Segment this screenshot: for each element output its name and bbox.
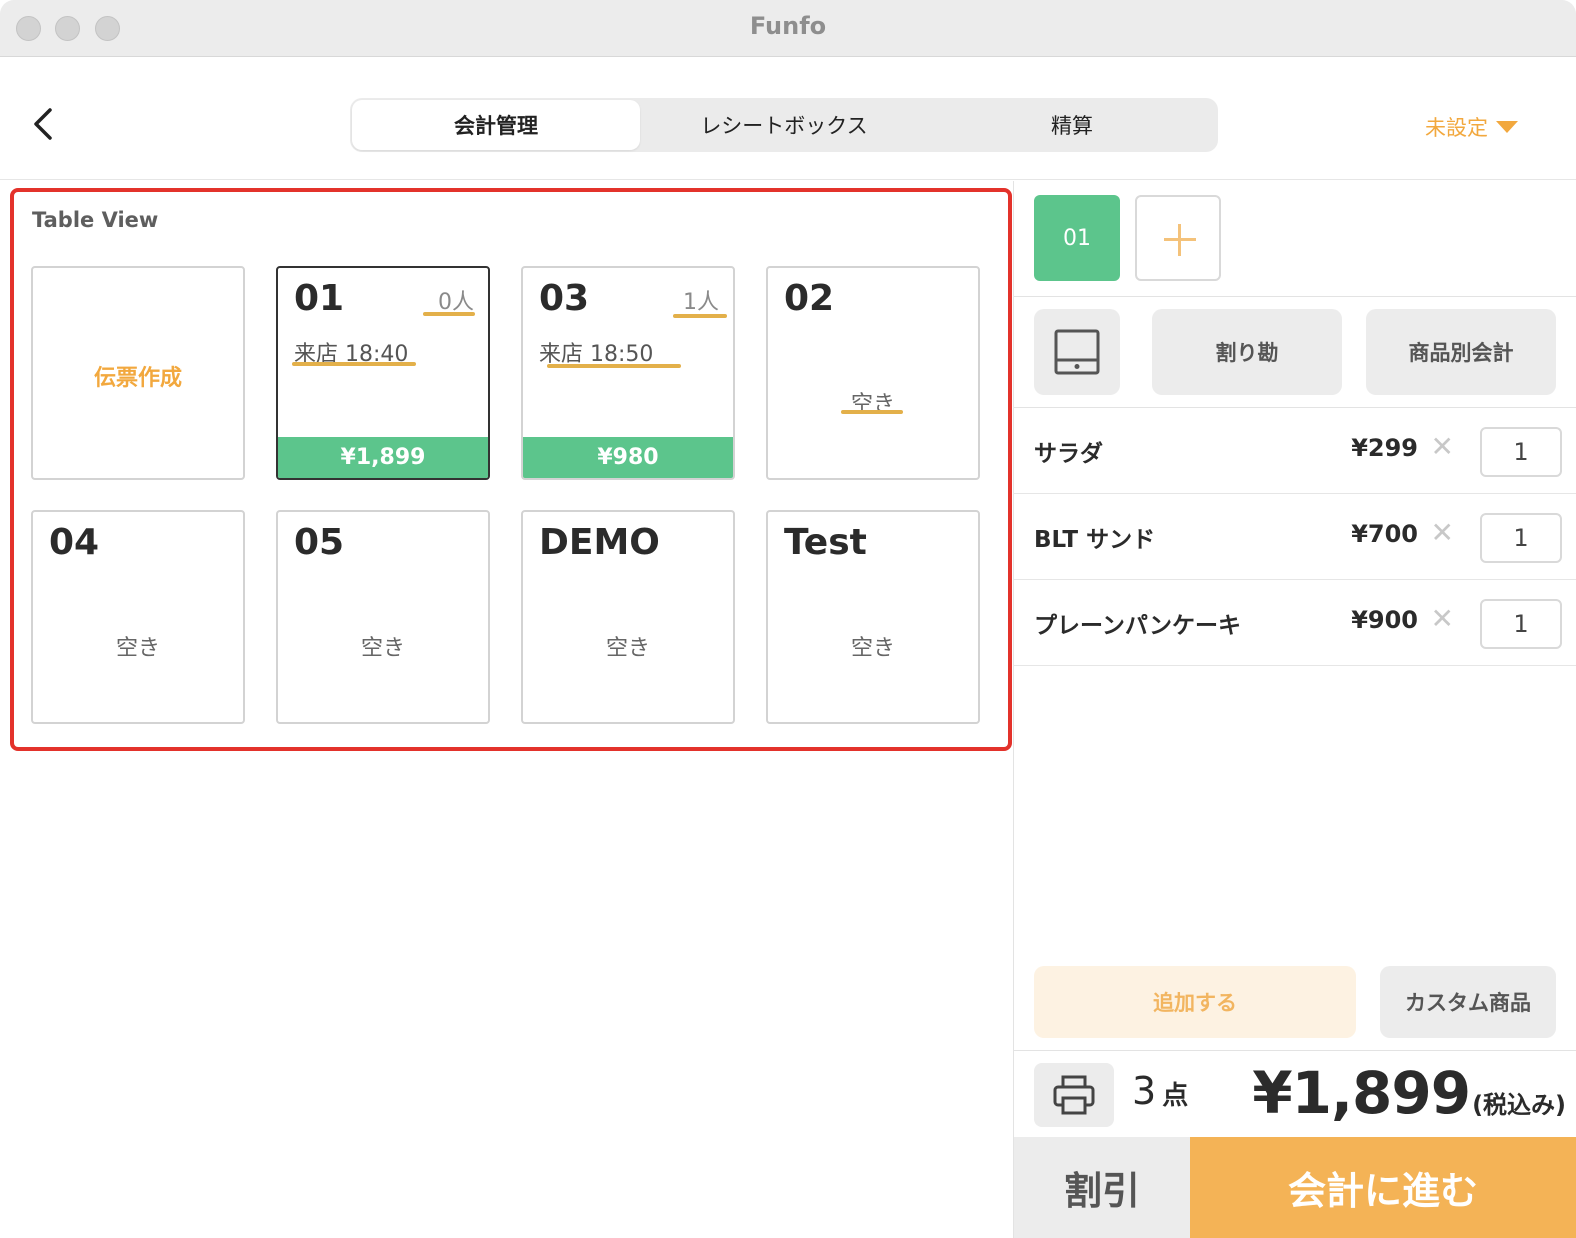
create-ticket-card[interactable]: 伝票作成 <box>31 266 245 480</box>
table-card-demo[interactable]: DEMO 空き <box>521 510 735 724</box>
table-name: Test <box>784 522 867 563</box>
tab-receipt-box[interactable]: レシートボックス <box>640 100 928 150</box>
item-price: ¥900 <box>1351 606 1418 634</box>
window-title: Funfo <box>749 12 827 40</box>
item-count-unit: 点 <box>1162 1081 1189 1111</box>
highlight-underline <box>423 312 475 316</box>
chevron-left-icon <box>34 108 52 140</box>
discount-button[interactable]: 割引 <box>1014 1137 1190 1238</box>
mode-tabs: 会計管理 レシートボックス 精算 <box>350 98 1218 152</box>
order-item-row: BLT サンド ¥700 ✕ 1 <box>1014 494 1576 580</box>
custom-item-button[interactable]: カスタム商品 <box>1380 966 1556 1038</box>
item-count-value: 3 <box>1132 1069 1157 1113</box>
remove-icon[interactable]: ✕ <box>1431 430 1454 463</box>
add-item-button[interactable]: 追加する <box>1034 966 1356 1038</box>
table-name: 02 <box>784 278 835 319</box>
order-total: ¥1,899 (税込み) <box>1252 1059 1566 1127</box>
divider <box>1014 1050 1576 1051</box>
table-view-panel: Table View 伝票作成 01 0人 来店 18:40 ¥1,899 03… <box>10 188 1012 751</box>
quantity-field[interactable]: 1 <box>1480 599 1562 649</box>
highlight-underline <box>841 410 903 414</box>
add-ticket-button[interactable] <box>1135 195 1221 281</box>
table-name: 03 <box>539 278 590 319</box>
highlight-underline <box>547 364 681 368</box>
quantity-field[interactable]: 1 <box>1480 513 1562 563</box>
total-amount: ¥1,899 <box>1252 1059 1471 1127</box>
table-amount: ¥1,899 <box>278 437 488 478</box>
table-name: 05 <box>294 522 345 563</box>
highlight-underline <box>292 362 416 366</box>
checkout-button[interactable]: 会計に進む <box>1190 1137 1576 1238</box>
table-card-test[interactable]: Test 空き <box>766 510 980 724</box>
header: 会計管理 レシートボックス 精算 未設定 <box>0 58 1576 180</box>
table-view-title: Table View <box>32 208 159 232</box>
status-dropdown-label: 未設定 <box>1425 116 1488 140</box>
back-button[interactable] <box>26 98 66 148</box>
remove-icon[interactable]: ✕ <box>1431 516 1454 549</box>
highlight-underline <box>673 314 727 318</box>
vacant-status: 空き <box>115 636 160 661</box>
table-name: DEMO <box>539 522 660 563</box>
tablet-view-button[interactable] <box>1034 309 1120 395</box>
order-item-row: プレーンパンケーキ ¥900 ✕ 1 <box>1014 580 1576 666</box>
vacant-status: 空き <box>850 636 895 661</box>
vacant-status: 空き <box>605 636 650 661</box>
item-name: プレーンパンケーキ <box>1034 613 1241 639</box>
tax-note: (税込み) <box>1472 1091 1566 1119</box>
item-name: サラダ <box>1034 441 1103 467</box>
pay-by-item-button[interactable]: 商品別会計 <box>1366 309 1556 395</box>
title-bar: Funfo <box>0 0 1576 57</box>
table-card-01[interactable]: 01 0人 来店 18:40 ¥1,899 <box>276 266 490 480</box>
caret-down-icon <box>1496 121 1518 133</box>
item-name: BLT サンド <box>1034 527 1156 553</box>
remove-icon[interactable]: ✕ <box>1431 602 1454 635</box>
order-panel: 01 割り勘 商品別会計 サラダ ¥299 ✕ 1 BLT サンド ¥700 ✕… <box>1014 181 1576 1238</box>
tablet-icon <box>1054 329 1100 375</box>
print-button[interactable] <box>1034 1063 1114 1127</box>
ticket-tab-01[interactable]: 01 <box>1034 195 1120 281</box>
item-price: ¥700 <box>1351 520 1418 548</box>
order-item-row: サラダ ¥299 ✕ 1 <box>1014 408 1576 494</box>
quantity-field[interactable]: 1 <box>1480 427 1562 477</box>
table-card-05[interactable]: 05 空き <box>276 510 490 724</box>
create-ticket-label: 伝票作成 <box>93 366 182 391</box>
table-name: 01 <box>294 278 345 319</box>
table-name: 04 <box>49 522 100 563</box>
table-card-04[interactable]: 04 空き <box>31 510 245 724</box>
split-bill-button[interactable]: 割り勘 <box>1152 309 1342 395</box>
vacant-status: 空き <box>360 636 405 661</box>
table-amount: ¥980 <box>523 437 733 478</box>
printer-icon <box>1053 1075 1095 1115</box>
table-card-02[interactable]: 02 空き <box>766 266 980 480</box>
tab-settlement[interactable]: 精算 <box>928 100 1216 150</box>
item-price: ¥299 <box>1351 434 1418 462</box>
table-card-03[interactable]: 03 1人 来店 18:50 ¥980 <box>521 266 735 480</box>
tab-accounting[interactable]: 会計管理 <box>352 100 640 150</box>
divider <box>1014 296 1576 297</box>
people-count: 1人 <box>683 290 719 315</box>
status-dropdown[interactable]: 未設定 <box>1425 112 1518 142</box>
item-count: 3点 <box>1132 1069 1188 1113</box>
